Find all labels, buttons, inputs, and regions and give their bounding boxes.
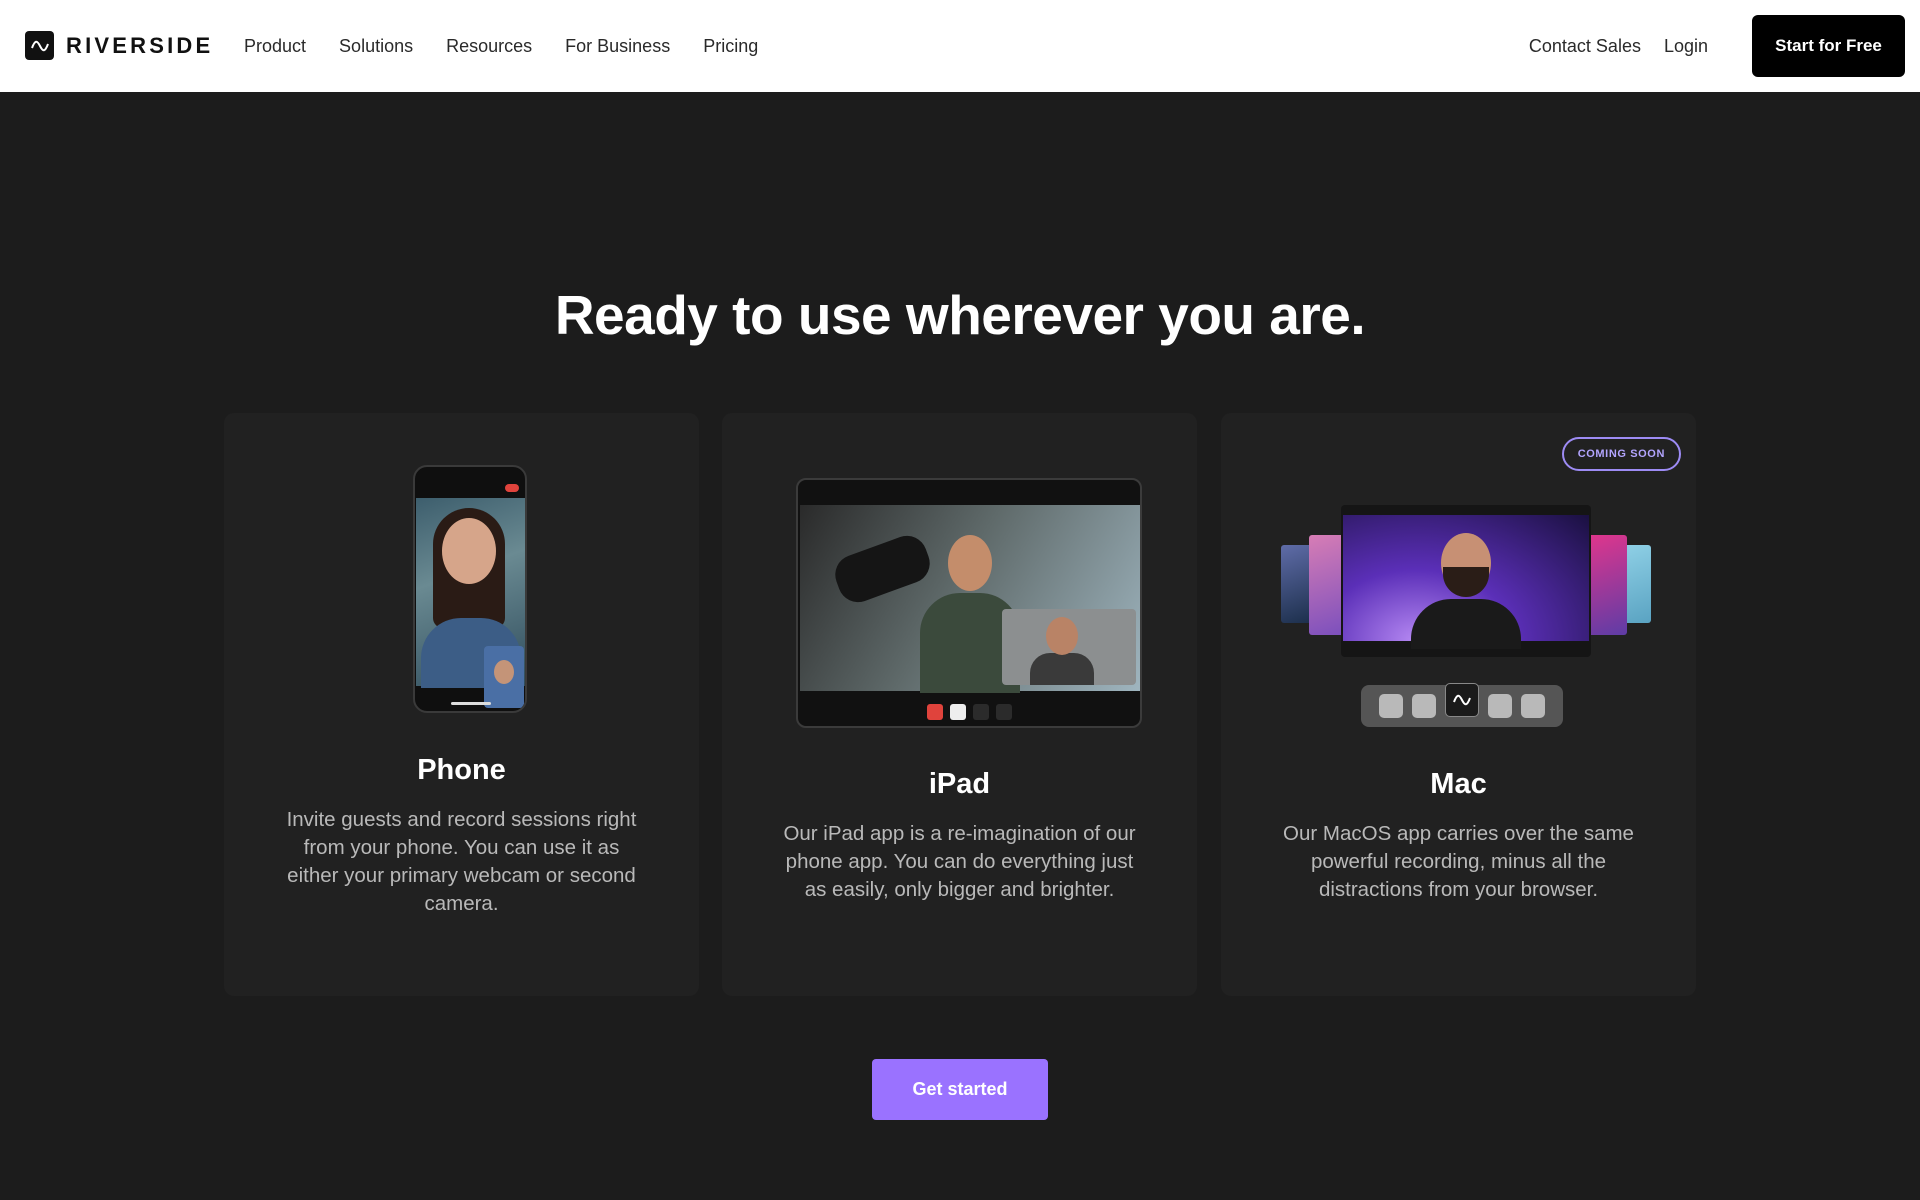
home-indicator xyxy=(451,702,491,705)
camera-icon xyxy=(972,704,989,720)
hangup-icon xyxy=(995,704,1012,720)
start-for-free-button[interactable]: Start for Free xyxy=(1752,15,1905,77)
card-description: Our iPad app is a re-imagination of our … xyxy=(783,822,1136,901)
card-description: Our MacOS app carries over the same powe… xyxy=(1283,822,1634,901)
riverside-app-icon xyxy=(1445,683,1479,717)
app-icon xyxy=(1379,694,1403,718)
nav-link-for-business[interactable]: For Business xyxy=(565,36,670,57)
nav-link-pricing[interactable]: Pricing xyxy=(703,36,758,57)
coming-soon-badge: COMING SOON xyxy=(1561,437,1681,471)
call-controls xyxy=(798,704,1140,720)
phone-card: Phone Invite guests and record sessions … xyxy=(224,413,699,996)
contact-sales-link[interactable]: Contact Sales xyxy=(1529,36,1641,57)
section-heading: Ready to use wherever you are. xyxy=(554,284,1366,346)
nav-link-solutions[interactable]: Solutions xyxy=(339,36,413,57)
nav-links: Product Solutions Resources For Business… xyxy=(244,0,791,92)
card-title: Mac xyxy=(1430,768,1487,800)
riverside-logo[interactable]: RIVERSIDE xyxy=(25,31,213,60)
app-icon xyxy=(1412,694,1436,718)
mic-icon xyxy=(949,704,966,720)
record-indicator-icon xyxy=(505,484,519,492)
top-navigation: RIVERSIDE Product Solutions Resources Fo… xyxy=(0,0,1920,92)
ipad-app-image xyxy=(796,478,1142,728)
nav-link-resources[interactable]: Resources xyxy=(446,36,532,57)
ipad-card: iPad Our iPad app is a re-imagination of… xyxy=(722,413,1197,996)
app-icon xyxy=(1488,694,1512,718)
record-icon xyxy=(926,704,943,720)
login-link[interactable]: Login xyxy=(1664,36,1708,57)
app-icon xyxy=(1521,694,1545,718)
wave-icon xyxy=(25,31,54,60)
card-description: Invite guests and record sessions right … xyxy=(286,808,637,915)
card-title: iPad xyxy=(928,768,991,800)
mac-app-image xyxy=(1281,505,1651,730)
get-started-button[interactable]: Get started xyxy=(872,1059,1048,1120)
logo-text: RIVERSIDE xyxy=(66,32,214,58)
nav-actions: Contact Sales Login Start for Free xyxy=(1529,0,1905,92)
nav-link-product[interactable]: Product xyxy=(244,36,306,57)
phone-app-image xyxy=(413,465,527,713)
card-title: Phone xyxy=(417,754,506,786)
mac-card: COMING SOON Mac Our MacOS app carries ov… xyxy=(1221,413,1696,996)
mac-dock xyxy=(1361,683,1563,727)
